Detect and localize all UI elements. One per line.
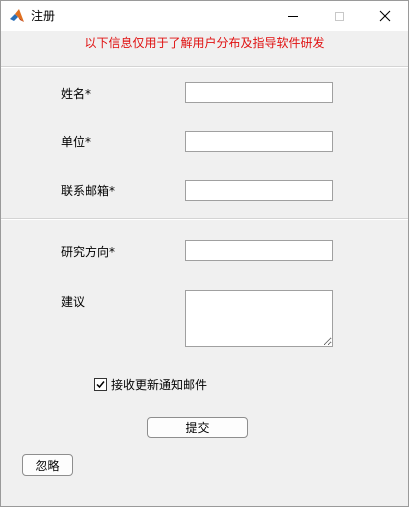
title-bar: 注册 [1,1,408,31]
name-input[interactable] [185,82,333,103]
divider-top [1,66,408,68]
check-icon [96,381,105,389]
maximize-icon [334,11,344,21]
close-button[interactable] [362,1,408,31]
window-title: 注册 [31,9,56,23]
research-direction-input[interactable] [185,240,333,261]
divider-middle [1,218,408,220]
minimize-button[interactable] [270,1,316,31]
submit-button[interactable]: 提交 [147,417,248,438]
research-direction-label: 研究方向* [61,245,116,259]
privacy-notice: 以下信息仅用于了解用户分布及指导软件研发 [84,36,325,50]
minimize-icon [288,15,298,17]
email-input[interactable] [185,180,333,201]
matlab-icon [9,8,25,24]
registration-window: 注册 以下信息仅用于了解用户分布及指导软件研发 姓名* 单位* 联系邮箱* 研究… [0,0,409,507]
suggestion-textarea[interactable] [185,290,333,347]
name-label: 姓名* [61,87,92,101]
subscribe-label[interactable]: 接收更新通知邮件 [111,377,207,393]
suggestion-label: 建议 [61,295,86,309]
email-label: 联系邮箱* [61,184,116,198]
subscribe-checkbox[interactable] [94,378,107,391]
maximize-button [316,1,362,31]
unit-label: 单位* [61,135,92,149]
unit-input[interactable] [185,131,333,152]
ignore-button[interactable]: 忽略 [22,454,73,476]
close-icon [379,10,391,22]
